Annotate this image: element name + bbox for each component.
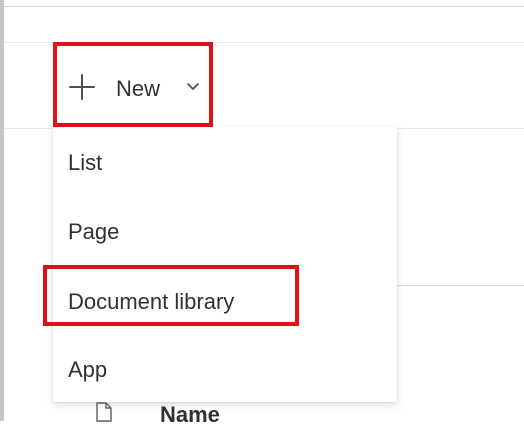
chevron-down-icon	[187, 83, 199, 90]
plus-icon	[69, 74, 95, 100]
left-border	[0, 0, 4, 421]
document-icon	[96, 402, 112, 422]
menu-item-label: List	[68, 150, 103, 175]
menu-item-list[interactable]: List	[53, 127, 397, 195]
new-button-label: New	[116, 76, 161, 101]
menu-item-document-library[interactable]: Document library	[53, 266, 397, 334]
menu-item-label: App	[68, 357, 108, 382]
library-header-row: Name	[0, 390, 524, 427]
menu-item-label: Document library	[68, 289, 235, 314]
menu-item-label: Page	[68, 219, 120, 244]
new-menu: List Page Document library App	[53, 127, 397, 402]
name-column-header[interactable]: Name	[160, 401, 220, 429]
top-border	[0, 0, 524, 7]
menu-item-page[interactable]: Page	[53, 196, 397, 264]
new-button[interactable]: New	[53, 42, 213, 127]
